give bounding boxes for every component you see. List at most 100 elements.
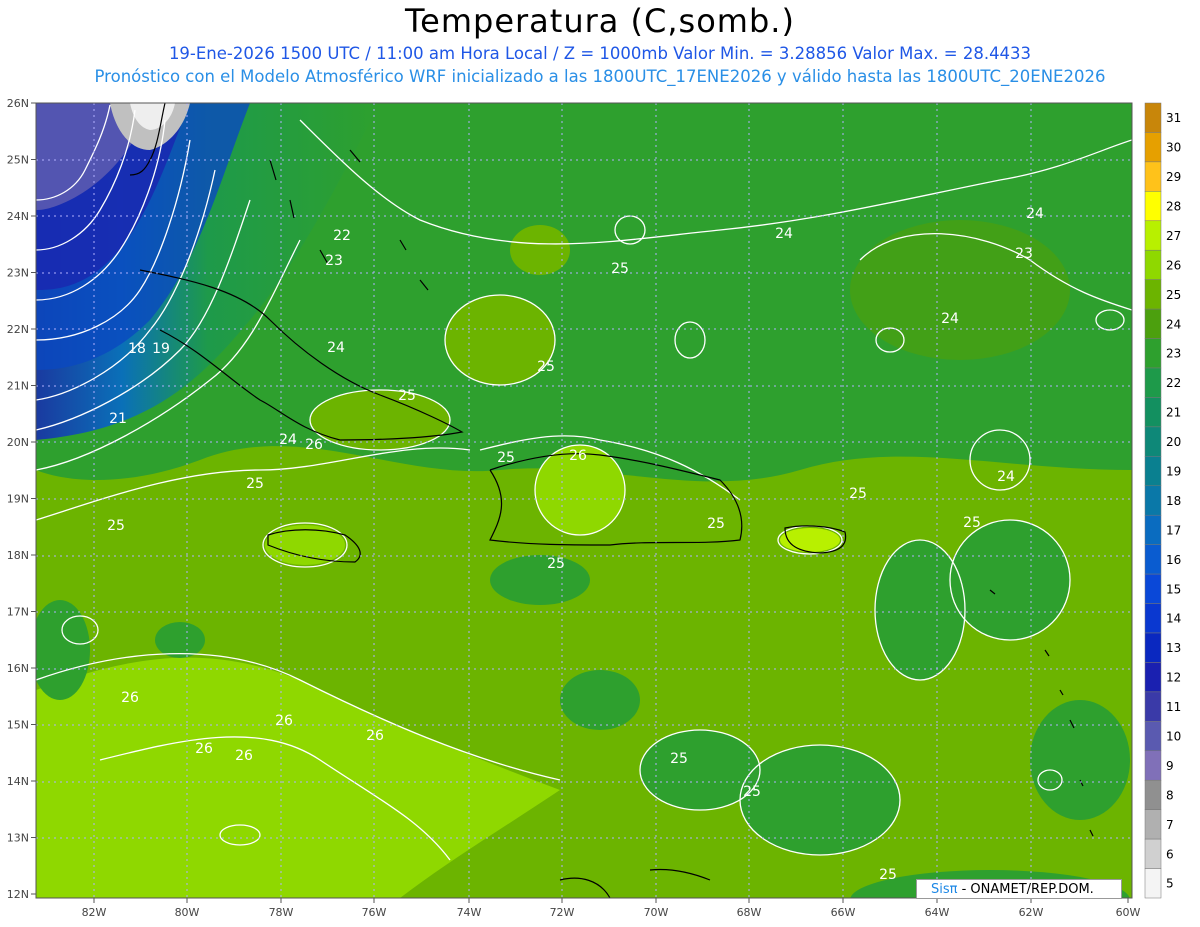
contour-label: 26 [235,748,253,764]
colorbar-label: 29 [1166,170,1181,184]
colorbar-swatch [1144,308,1162,339]
colorbar-swatch [1144,544,1162,575]
contour-label: 25 [398,388,416,404]
colorbar-label: 17 [1166,523,1181,537]
lat-label: 17N [7,606,29,619]
contour-label: 18 [128,341,146,357]
contour-label: 25 [611,261,629,277]
colorbar-label: 5 [1166,877,1174,891]
lon-label: 80W [175,906,200,919]
colorbar-swatch [1144,485,1162,516]
contour-label: 24 [941,311,959,327]
credit-box: Sisπ - ONAMET/REP.DOM. [916,879,1122,899]
contour-label: 25 [879,867,897,883]
colorbar-swatch [1144,750,1162,781]
contour-label: 23 [1015,246,1033,262]
colorbar-label: 30 [1166,141,1181,155]
credit-text: - ONAMET/REP.DOM. [957,882,1094,897]
contour-label: 21 [109,411,127,427]
colorbar-swatch [1144,691,1162,722]
lon-label: 68W [737,906,762,919]
contour-label: 26 [569,448,587,464]
colorbar-label: 21 [1166,406,1181,420]
colorbar-swatch [1144,397,1162,428]
lat-label: 21N [7,380,29,393]
colorbar-swatch [1144,191,1162,222]
colorbar-swatch [1144,514,1162,545]
lon-label: 78W [269,906,294,919]
colorbar-label: 13 [1166,641,1181,655]
lon-label: 72W [550,906,575,919]
colorbar-label: 19 [1166,464,1181,478]
colorbar-label: 31 [1166,111,1181,125]
colorbar-swatch [1144,838,1162,869]
colorbar-label: 23 [1166,347,1181,361]
lat-label: 12N [7,888,29,901]
lat-label: 20N [7,436,29,449]
colorbar-label: 15 [1166,582,1181,596]
contour-label: 25 [670,751,688,767]
contour-label: 19 [152,341,170,357]
contour-label: 25 [246,476,264,492]
contour-label: 26 [366,728,384,744]
colorbar-label: 27 [1166,229,1181,243]
lat-label: 14N [7,775,29,788]
contour-label: 24 [279,432,297,448]
colorbar-swatch [1144,367,1162,398]
lon-label: 60W [1116,906,1141,919]
colorbar: 31 30 29 28 27 26 25 24 23 22 21 20 19 18 17 16 15 14 13 12… [1144,102,1181,899]
lon-label: 62W [1019,906,1044,919]
colorbar-swatch [1144,573,1162,604]
colorbar-label: 12 [1166,671,1181,685]
colorbar-label: 24 [1166,317,1181,331]
lat-label: 18N [7,549,29,562]
colorbar-swatch [1144,456,1162,487]
colorbar-label: 18 [1166,494,1181,508]
contour-label: 24 [997,469,1015,485]
contour-label: 23 [325,253,343,269]
lat-label: 22N [7,323,29,336]
contour-label: 25 [107,518,125,534]
lon-label: 64W [925,906,950,919]
colorbar-label: 26 [1166,258,1181,272]
colorbar-label: 16 [1166,553,1181,567]
colorbar-swatch [1144,102,1162,133]
contour-label: 22 [333,228,351,244]
contour-label: 24 [327,340,345,356]
lon-label: 66W [831,906,856,919]
colorbar-label: 10 [1166,729,1181,743]
colorbar-swatch [1144,279,1162,310]
contour-label: 24 [1026,206,1044,222]
colorbar-swatch [1144,632,1162,663]
colorbar-swatch [1144,868,1162,899]
colorbar-label: 9 [1166,759,1174,773]
contour-label: 26 [305,437,323,453]
latitude-axis: 26N 25N 24N 23N 22N 21N 20N 19N 18N 17N 16N 15N 14N 1… [7,97,36,901]
colorbar-swatch [1144,603,1162,634]
colorbar-label: 11 [1166,700,1181,714]
colorbar-label: 7 [1166,818,1174,832]
colorbar-swatch [1144,249,1162,280]
contour-label: 25 [849,486,867,502]
lat-label: 25N [7,154,29,167]
colorbar-label: 25 [1166,288,1181,302]
contour-label: 26 [275,713,293,729]
lon-label: 70W [644,906,669,919]
colorbar-swatch [1144,220,1162,251]
colorbar-label: 6 [1166,847,1174,861]
contour-label: 25 [547,556,565,572]
colorbar-label: 14 [1166,612,1181,626]
lat-label: 16N [7,662,29,675]
contour-label: 25 [497,450,515,466]
contour-label: 25 [963,515,981,531]
colorbar-swatch [1144,426,1162,457]
colorbar-label: 8 [1166,788,1174,802]
contour-label: 24 [775,226,793,242]
colorbar-swatch [1144,721,1162,752]
lon-label: 82W [82,906,107,919]
colorbar-label: 20 [1166,435,1181,449]
lon-label: 76W [362,906,387,919]
contour-label: 25 [743,784,761,800]
colorbar-swatch [1144,779,1162,810]
colorbar-label: 22 [1166,376,1181,390]
